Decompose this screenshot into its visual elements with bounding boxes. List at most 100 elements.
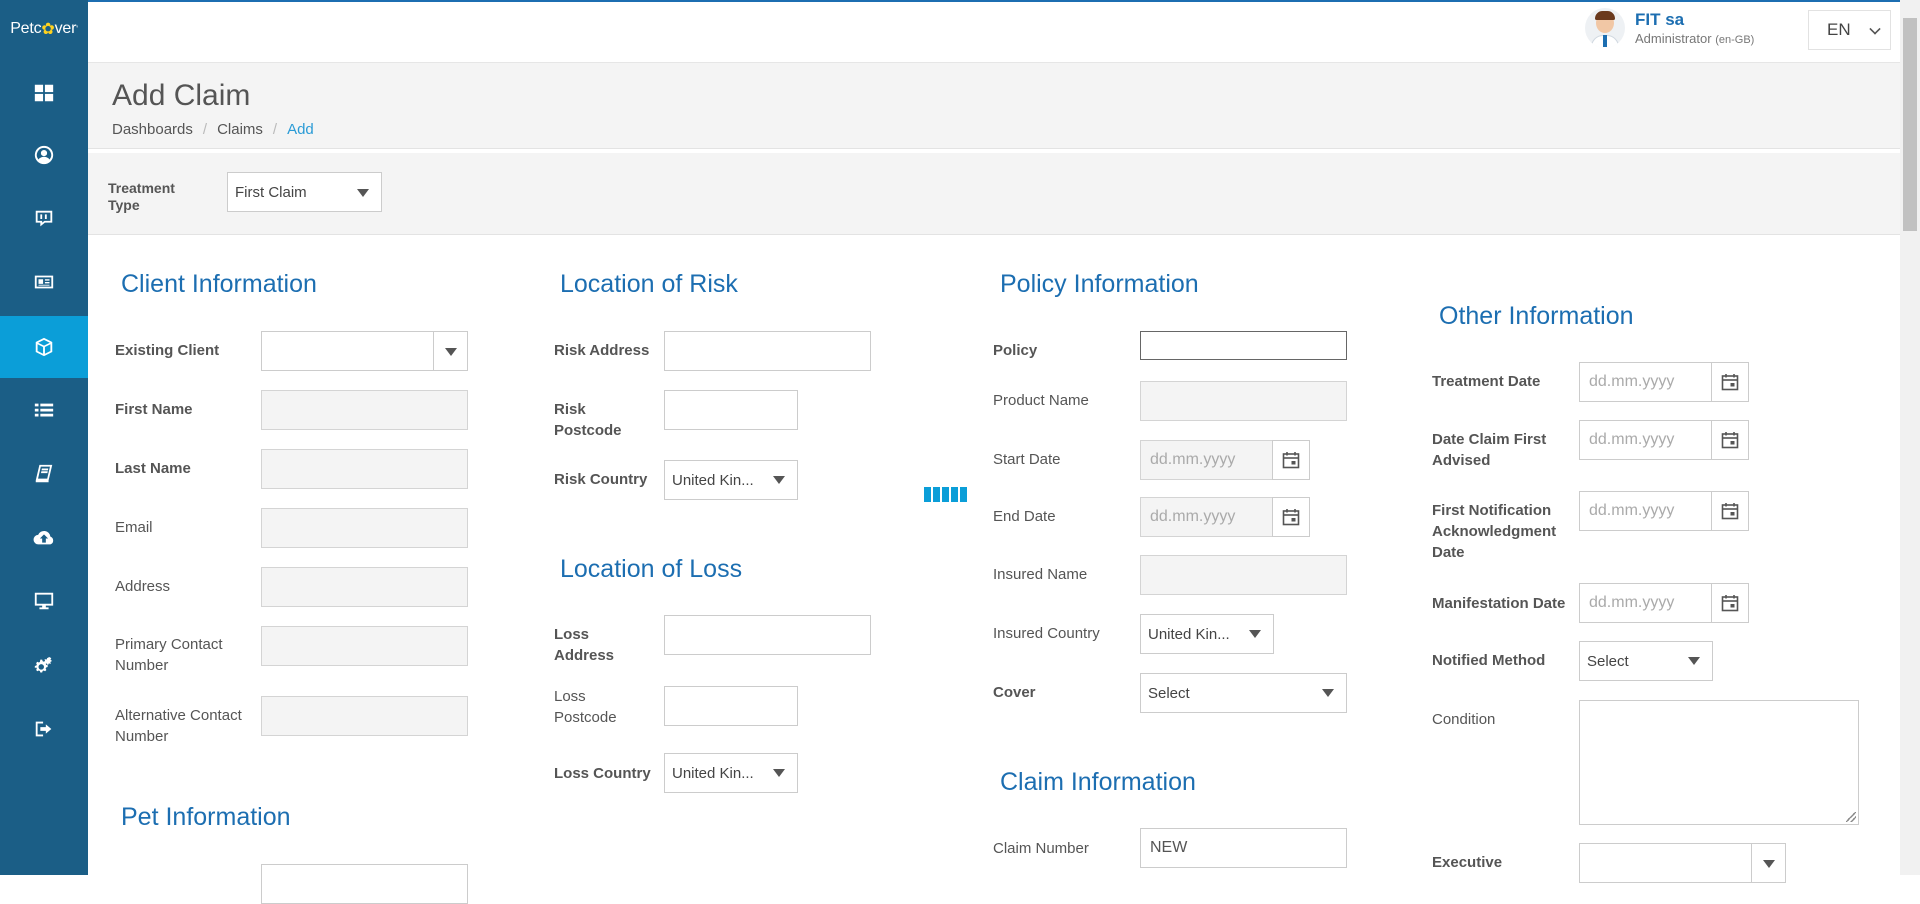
existing-client-label: Existing Client: [115, 342, 220, 359]
treatment-date-field[interactable]: dd.mm.yyyy: [1579, 362, 1713, 402]
sidebar-item-upload[interactable]: [0, 507, 88, 569]
first-notification-field[interactable]: dd.mm.yyyy: [1579, 491, 1713, 531]
resize-handle-icon[interactable]: [1846, 812, 1856, 822]
sidebar-item-id-card[interactable]: [0, 251, 88, 313]
end-date-field[interactable]: dd.mm.yyyy: [1140, 497, 1274, 537]
start-date-calendar-button[interactable]: [1272, 440, 1310, 480]
executive-select[interactable]: [1579, 843, 1786, 883]
risk-address-field[interactable]: [664, 331, 871, 371]
user-name[interactable]: FIT sa: [1635, 10, 1754, 30]
cover-select[interactable]: Select: [1140, 673, 1347, 713]
loss-country-label: Loss Country: [554, 765, 651, 782]
start-date-label: Start Date: [993, 451, 1061, 468]
email-field[interactable]: [261, 508, 468, 548]
calendar-icon: [1282, 509, 1300, 526]
first-name-field[interactable]: [261, 390, 468, 430]
cover-label: Cover: [993, 684, 1036, 701]
date-first-advised-label: Date Claim First Advised: [1432, 431, 1547, 469]
risk-country-select[interactable]: United Kin...: [664, 460, 798, 500]
manifestation-date-field[interactable]: dd.mm.yyyy: [1579, 583, 1713, 623]
calendar-icon: [1721, 374, 1739, 391]
scrollbar-thumb[interactable]: [1903, 18, 1917, 231]
top-bar: FIT sa Administrator (en-GB) EN: [88, 2, 1900, 63]
date-first-advised-field[interactable]: dd.mm.yyyy: [1579, 420, 1713, 460]
breadcrumb-add: Add: [287, 121, 314, 138]
cube-icon: [35, 337, 53, 357]
risk-postcode-field[interactable]: [664, 390, 798, 430]
sidebar-item-documents[interactable]: [0, 443, 88, 505]
treatment-type-label: Treatment Type: [108, 180, 175, 213]
chevron-down-icon: [1869, 23, 1881, 35]
caret-down-icon: [1688, 657, 1700, 665]
id-card-icon: [34, 275, 54, 289]
grid-icon: [34, 84, 54, 102]
insured-name-field[interactable]: [1140, 555, 1347, 595]
first-notification-calendar-button[interactable]: [1711, 491, 1749, 531]
pet-first-field[interactable]: [261, 864, 468, 904]
loss-country-select[interactable]: United Kin...: [664, 753, 798, 793]
condition-textarea[interactable]: [1579, 700, 1859, 825]
date-first-advised-calendar-button[interactable]: [1711, 420, 1749, 460]
address-field[interactable]: [261, 567, 468, 607]
book-icon: [35, 464, 53, 483]
condition-label: Condition: [1432, 711, 1496, 728]
first-notification-label: First Notification Acknowledgment Date: [1432, 502, 1557, 561]
caret-down-icon: [773, 769, 785, 777]
caret-down-icon: [1322, 689, 1334, 697]
treatment-type-bar: Treatment Type First Claim: [88, 153, 1900, 235]
page-header: Add Claim Dashboards / Claims / Add: [88, 63, 1900, 149]
sidebar-item-logout[interactable]: [0, 698, 88, 760]
risk-country-label: Risk Country: [554, 471, 648, 488]
paw-icon: ✿: [41, 21, 55, 38]
sidebar-item-screens[interactable]: [0, 570, 88, 632]
notified-method-select[interactable]: Select: [1579, 641, 1713, 681]
insured-name-label: Insured Name: [993, 566, 1088, 583]
insured-country-label: Insured Country: [993, 625, 1100, 642]
policy-field[interactable]: [1140, 331, 1347, 360]
sidebar-item-messages[interactable]: [0, 188, 88, 250]
breadcrumb-claims[interactable]: Claims: [217, 121, 263, 138]
end-date-calendar-button[interactable]: [1272, 497, 1310, 537]
language-select[interactable]: EN: [1808, 10, 1891, 50]
caret-down-icon: [445, 348, 457, 356]
primary-contact-field[interactable]: [261, 626, 468, 666]
avatar[interactable]: [1585, 8, 1625, 48]
loss-postcode-field[interactable]: [664, 686, 798, 726]
alt-contact-field[interactable]: [261, 696, 468, 736]
loss-address-label: Loss Address: [554, 626, 615, 664]
primary-contact-label: Primary Contact Number: [115, 636, 223, 674]
breadcrumb-dashboards[interactable]: Dashboards: [112, 121, 193, 138]
insured-country-select[interactable]: United Kin...: [1140, 614, 1274, 654]
sidebar-item-settings[interactable]: [0, 635, 88, 697]
risk-address-label: Risk Address: [554, 342, 650, 359]
breadcrumb: Dashboards / Claims / Add: [112, 121, 314, 138]
treatment-date-calendar-button[interactable]: [1711, 362, 1749, 402]
treatment-type-select[interactable]: First Claim: [227, 172, 382, 212]
claim-number-field[interactable]: NEW: [1140, 828, 1347, 868]
loss-address-field[interactable]: [664, 615, 871, 655]
manifestation-date-calendar-button[interactable]: [1711, 583, 1749, 623]
scrollbar[interactable]: [1900, 0, 1920, 875]
location-of-risk-title: Location of Risk: [560, 270, 738, 298]
gears-icon: [34, 656, 52, 673]
notified-method-label: Notified Method: [1432, 652, 1546, 669]
sign-out-icon: [35, 721, 52, 737]
alt-contact-label: Alternative Contact Number: [115, 707, 242, 745]
executive-label: Executive: [1432, 854, 1503, 871]
start-date-field[interactable]: dd.mm.yyyy: [1140, 440, 1274, 480]
last-name-field[interactable]: [261, 449, 468, 489]
policy-info-title: Policy Information: [1000, 270, 1199, 298]
chat-icon: [35, 210, 53, 227]
sidebar-item-claims[interactable]: [0, 316, 88, 378]
product-name-field[interactable]: [1140, 381, 1347, 421]
existing-client-select[interactable]: [261, 331, 468, 371]
manifestation-date-label: Manifestation Date: [1432, 595, 1566, 612]
language-value: EN: [1827, 20, 1851, 39]
first-name-label: First Name: [115, 401, 193, 418]
sidebar-item-lists[interactable]: [0, 380, 88, 442]
petcover-logo[interactable]: Petc ✿ ver ': [0, 0, 88, 58]
client-info-title: Client Information: [121, 270, 317, 298]
user-menu[interactable]: FIT sa Administrator (en-GB): [1585, 8, 1754, 49]
sidebar-item-dashboard[interactable]: [0, 62, 88, 124]
sidebar-item-clients[interactable]: [0, 124, 88, 186]
